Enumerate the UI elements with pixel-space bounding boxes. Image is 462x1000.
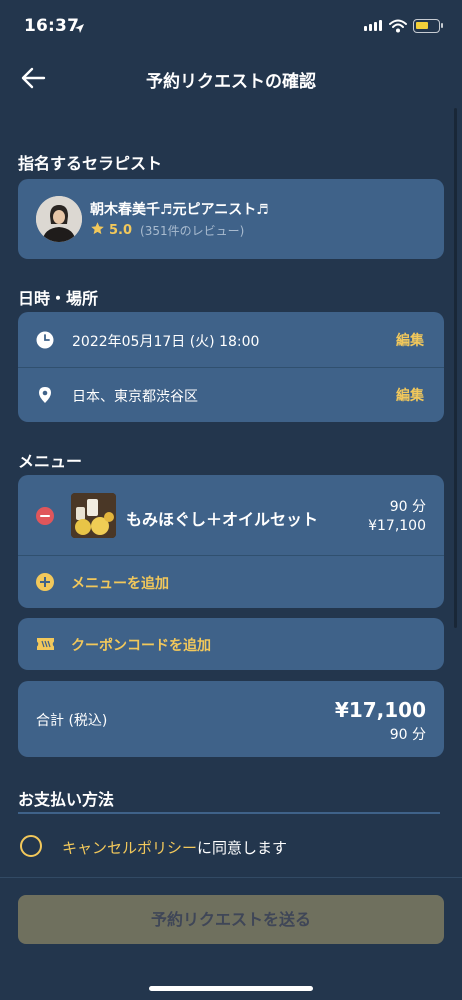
divider [0,877,462,878]
page-title: 予約リクエストの確認 [146,72,316,92]
cancel-policy-row: キャンセルポリシーに同意します [0,816,462,876]
edit-location-button[interactable]: 編集 [396,385,424,405]
agree-policy-radio[interactable] [20,835,42,857]
submit-request-button[interactable]: 予約リクエストを送る [18,895,444,944]
total-price: ¥17,100 [334,698,426,722]
therapist-card[interactable]: 朝木春美千♬元ピアニスト♬ 5.0 (351件のレビュー) [18,179,444,259]
cellular-signal-icon [364,20,382,31]
location-row: 日本、東京都渋谷区 編集 [18,367,444,422]
rating-value: 5.0 [109,223,133,238]
wifi-icon [389,18,407,37]
policy-text: キャンセルポリシーに同意します [62,837,287,858]
therapist-section-title: 指名するセラピスト [18,154,163,173]
therapist-rating: 5.0 (351件のレビュー) [90,221,244,240]
ticket-icon [36,636,55,655]
policy-suffix: に同意します [197,839,288,857]
location-arrow-icon [74,19,85,38]
scrollbar[interactable] [454,108,457,628]
location-pin-icon [36,386,54,408]
add-menu-button[interactable]: メニューを追加 [18,556,444,608]
add-coupon-button[interactable]: クーポンコードを追加 [18,618,444,670]
star-icon [90,221,105,240]
payment-method-card-edge [18,812,440,814]
menu-item-duration: 90 分 [389,499,426,515]
menu-card: もみほぐし＋オイルセット 90 分 ¥17,100 メニューを追加 [18,475,444,608]
payment-section-title: お支払い方法 [18,790,115,809]
datetime-row: 2022年05月17日 (火) 18:00 編集 [18,312,444,367]
coupon-label: クーポンコードを追加 [71,638,211,654]
bottom-action-sheet: キャンセルポリシーに同意します 予約リクエストを送る [0,816,462,1000]
total-label: 合計 (税込) [36,713,108,729]
therapist-name: 朝木春美千♬元ピアニスト♬ [90,202,269,218]
remove-menu-item-button[interactable] [36,507,54,525]
total-duration: 90 分 [389,727,426,743]
therapist-avatar [36,196,82,242]
review-count: (351件のレビュー) [140,224,245,238]
location-text: 日本、東京都渋谷区 [72,389,198,405]
status-time: 16:37 [24,16,80,36]
menu-item-price: ¥17,100 [368,518,426,534]
total-card: 合計 (税込) ¥17,100 90 分 [18,681,444,757]
menu-section-title: メニュー [18,452,83,471]
plus-icon [36,573,54,591]
menu-item-name: もみほぐし＋オイルセット [126,510,319,529]
datetime-card: 2022年05月17日 (火) 18:00 編集 日本、東京都渋谷区 編集 [18,312,444,422]
edit-datetime-button[interactable]: 編集 [396,330,424,350]
cancel-policy-link[interactable]: キャンセルポリシー [62,839,197,857]
add-menu-label: メニューを追加 [71,576,169,592]
home-indicator [149,986,313,991]
clock-icon [36,331,54,353]
status-bar: 16:37 [0,0,462,52]
battery-icon [413,19,443,33]
menu-item-image [71,493,116,538]
datetime-text: 2022年05月17日 (火) 18:00 [72,334,260,350]
nav-bar: 予約リクエストの確認 [0,52,462,104]
datetime-section-title: 日時・場所 [18,289,99,308]
